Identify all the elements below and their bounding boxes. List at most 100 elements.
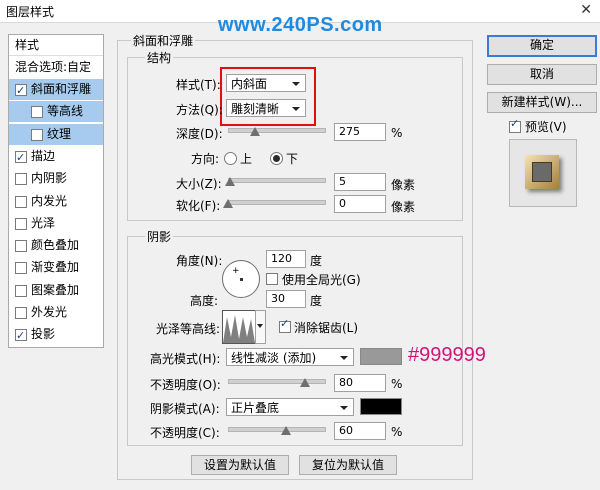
sidebar-item-label: 颜色叠加 xyxy=(31,238,80,253)
opacity-slider-track[interactable] xyxy=(228,379,326,384)
structure-title: 结构 xyxy=(145,49,174,66)
soften-label: 软化(F): xyxy=(176,199,221,213)
sidebar-item-checkbox[interactable] xyxy=(15,147,27,168)
depth-input[interactable]: 275 xyxy=(334,123,386,141)
direction-down-label: 下 xyxy=(286,152,299,166)
shadow-opacity-input[interactable]: 60 xyxy=(334,422,386,440)
style-preview xyxy=(509,139,577,207)
opacity-unit: % xyxy=(391,377,403,391)
shadow-opacity-slider-handle[interactable] xyxy=(280,426,291,435)
sidebar-item[interactable]: 内阴影 xyxy=(9,168,103,189)
angle-input[interactable]: 120 xyxy=(266,250,306,268)
direction-down-radio[interactable] xyxy=(270,152,283,165)
preview-label: 预览(V) xyxy=(525,120,567,134)
soften-input[interactable]: 0 xyxy=(334,195,386,213)
angle-unit: 度 xyxy=(310,254,323,268)
size-unit: 像素 xyxy=(391,178,416,192)
gloss-contour-swatch[interactable] xyxy=(222,310,256,344)
highlight-color-swatch[interactable] xyxy=(360,348,402,365)
antialias-label: 消除锯齿(L) xyxy=(294,321,359,335)
size-slider-track[interactable] xyxy=(228,178,326,183)
make-default-button[interactable]: 设置为默认值 xyxy=(191,455,289,475)
sidebar-item-label: 内阴影 xyxy=(31,171,68,186)
highlight-mode-select[interactable]: 线性减淡 (添加) xyxy=(226,348,354,366)
shadow-opacity-slider-track[interactable] xyxy=(228,427,326,432)
watermark: www.240PS.com xyxy=(218,14,383,36)
styles-header[interactable]: 样式 xyxy=(9,35,103,56)
opacity-input[interactable]: 80 xyxy=(334,374,386,392)
sidebar-item-label: 纹理 xyxy=(47,126,72,141)
sidebar-item-checkbox[interactable] xyxy=(15,262,27,275)
shadow-mode-value: 正片叠底 xyxy=(231,401,280,415)
opacity-slider-handle[interactable] xyxy=(299,378,310,387)
sidebar-item[interactable]: 内发光 xyxy=(9,191,103,212)
reset-default-button[interactable]: 复位为默认值 xyxy=(299,455,397,475)
angle-label: 角度(N): xyxy=(176,254,223,268)
shadow-mode-select[interactable]: 正片叠底 xyxy=(226,398,354,416)
depth-slider-handle[interactable] xyxy=(249,127,260,136)
sidebar-item[interactable]: 描边 xyxy=(9,146,103,168)
style-label: 样式(T): xyxy=(176,78,221,92)
size-label: 大小(Z): xyxy=(176,177,222,191)
chevron-down-icon xyxy=(292,82,300,86)
sidebar-item[interactable]: 颜色叠加 xyxy=(9,235,103,256)
sidebar-item-checkbox[interactable] xyxy=(15,173,27,186)
sidebar-item[interactable]: 等高线 xyxy=(9,101,103,123)
depth-label: 深度(D): xyxy=(176,127,223,141)
sidebar-item-label: 投影 xyxy=(31,327,56,342)
sidebar-item-checkbox[interactable] xyxy=(15,240,27,253)
crosshair-icon: + xyxy=(232,266,240,276)
soften-slider-track[interactable] xyxy=(228,200,326,205)
sidebar-item-label: 渐变叠加 xyxy=(31,260,80,275)
highlight-color-annotation: #999999 xyxy=(408,344,486,366)
direction-up-radio[interactable] xyxy=(224,152,237,165)
sidebar-item-checkbox[interactable] xyxy=(31,106,43,119)
shadow-opacity-label: 不透明度(C): xyxy=(150,426,220,440)
sidebar-item[interactable]: 纹理 xyxy=(9,123,103,145)
shadow-opacity-unit: % xyxy=(391,425,403,439)
blend-options-item[interactable]: 混合选项:自定 xyxy=(9,57,103,78)
antialias-checkbox[interactable] xyxy=(279,317,291,333)
sidebar-item-checkbox[interactable] xyxy=(15,195,27,208)
highlight-mode-value: 线性减淡 (添加) xyxy=(231,351,317,365)
close-icon[interactable]: ✕ xyxy=(580,2,592,18)
soften-unit: 像素 xyxy=(391,200,416,214)
style-select[interactable]: 内斜面 xyxy=(226,74,306,92)
style-select-value: 内斜面 xyxy=(231,77,268,91)
gloss-contour-label: 光泽等高线: xyxy=(156,322,221,336)
sidebar-item-checkbox[interactable] xyxy=(31,128,43,141)
altitude-input[interactable]: 30 xyxy=(266,290,306,308)
soften-slider-handle[interactable] xyxy=(223,199,233,208)
sidebar-item-checkbox[interactable] xyxy=(15,325,27,346)
sidebar-item[interactable]: 渐变叠加 xyxy=(9,257,103,278)
sidebar-item-label: 斜面和浮雕 xyxy=(31,82,92,96)
cancel-button[interactable]: 取消 xyxy=(487,64,597,85)
sidebar-item-checkbox[interactable] xyxy=(15,307,27,319)
chevron-down-icon xyxy=(257,324,263,328)
sidebar-item[interactable]: 图案叠加 xyxy=(9,280,103,301)
angle-dial[interactable]: + xyxy=(222,260,260,298)
ok-button[interactable]: 确定 xyxy=(487,35,597,57)
preview-checkbox[interactable] xyxy=(509,117,521,133)
size-input[interactable]: 5 xyxy=(334,173,386,191)
global-light-checkbox[interactable] xyxy=(266,273,278,285)
dial-center xyxy=(240,278,243,281)
sidebar-item[interactable]: 投影 xyxy=(9,324,103,346)
sidebar-item[interactable]: 外发光 xyxy=(9,302,103,323)
new-style-button[interactable]: 新建样式(W)... xyxy=(487,92,597,113)
sidebar-item-checkbox[interactable] xyxy=(15,217,27,230)
style-list: 样式 混合选项:自定 斜面和浮雕等高线纹理描边内阴影内发光光泽颜色叠加渐变叠加图… xyxy=(8,34,104,348)
highlight-mode-label: 高光模式(H): xyxy=(150,352,221,366)
shadow-color-swatch[interactable] xyxy=(360,398,402,415)
direction-label: 方向: xyxy=(191,152,220,166)
altitude-label: 高度: xyxy=(190,294,219,308)
gloss-contour-dropdown[interactable] xyxy=(255,310,266,344)
depth-slider-track[interactable] xyxy=(228,128,326,133)
sidebar-item[interactable]: 光泽 xyxy=(9,213,103,234)
size-slider-handle[interactable] xyxy=(224,177,235,186)
sidebar-item-checkbox[interactable] xyxy=(15,284,27,297)
sidebar-item-checkbox[interactable] xyxy=(15,80,27,101)
technique-select[interactable]: 雕刻清晰 xyxy=(226,99,306,117)
bevel-group-title: 斜面和浮雕 xyxy=(131,32,196,49)
sidebar-item[interactable]: 斜面和浮雕 xyxy=(9,79,103,101)
